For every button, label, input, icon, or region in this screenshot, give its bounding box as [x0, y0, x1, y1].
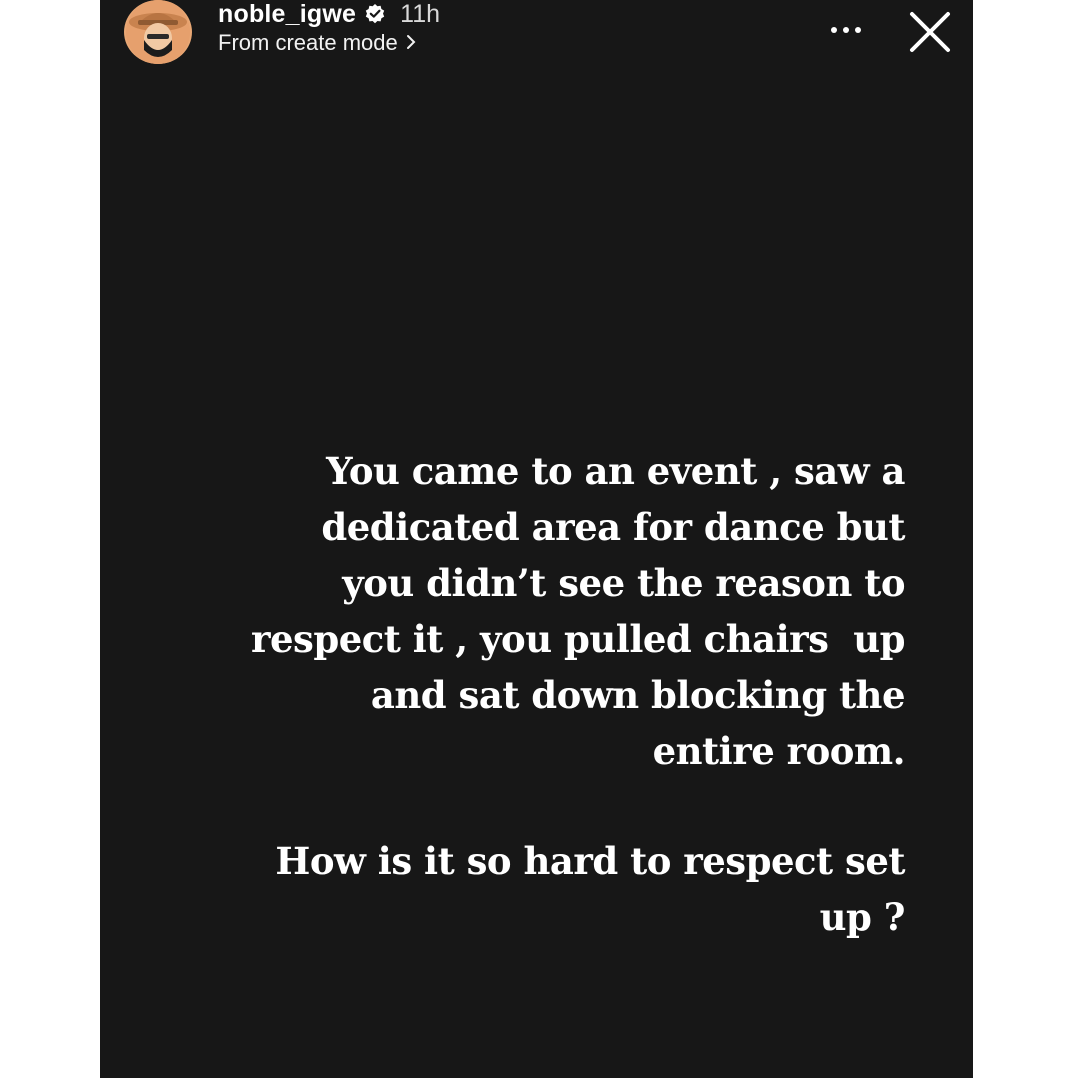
- close-icon[interactable]: [906, 8, 954, 56]
- chevron-right-icon: [406, 30, 416, 56]
- story-paragraph-1: You came to an event , saw a dedicated a…: [145, 443, 906, 779]
- story-text-line: How is it so hard to respect set: [275, 839, 905, 883]
- more-options-icon[interactable]: [824, 18, 868, 42]
- story-paragraph-2: How is it so hard to respect set up ?: [145, 833, 905, 945]
- user-info: noble_igwe 11h From create mode: [218, 0, 440, 56]
- story-viewer: noble_igwe 11h From create mode You came…: [100, 0, 973, 1078]
- story-text-line: respect it , you pulled chairs up: [250, 617, 906, 661]
- story-text-line: You came to an event , saw a: [326, 449, 905, 493]
- story-text: You came to an event , saw a dedicated a…: [145, 443, 906, 945]
- avatar-image: [126, 0, 190, 64]
- create-mode-label: From create mode: [218, 30, 398, 55]
- story-text-line: up ?: [819, 895, 906, 939]
- verified-badge-icon: [364, 3, 386, 25]
- create-mode-link[interactable]: From create mode: [218, 30, 440, 56]
- username[interactable]: noble_igwe: [218, 0, 356, 29]
- story-text-line: and sat down blocking the: [370, 673, 906, 717]
- story-text-line: dedicated area for dance but: [321, 505, 905, 549]
- story-header: noble_igwe 11h From create mode: [100, 0, 973, 80]
- story-text-line: you didn’t see the reason to: [342, 561, 905, 605]
- story-text-line: entire room.: [652, 729, 906, 773]
- post-time: 11h: [400, 0, 440, 28]
- avatar[interactable]: [124, 0, 192, 64]
- user-line: noble_igwe 11h: [218, 0, 440, 32]
